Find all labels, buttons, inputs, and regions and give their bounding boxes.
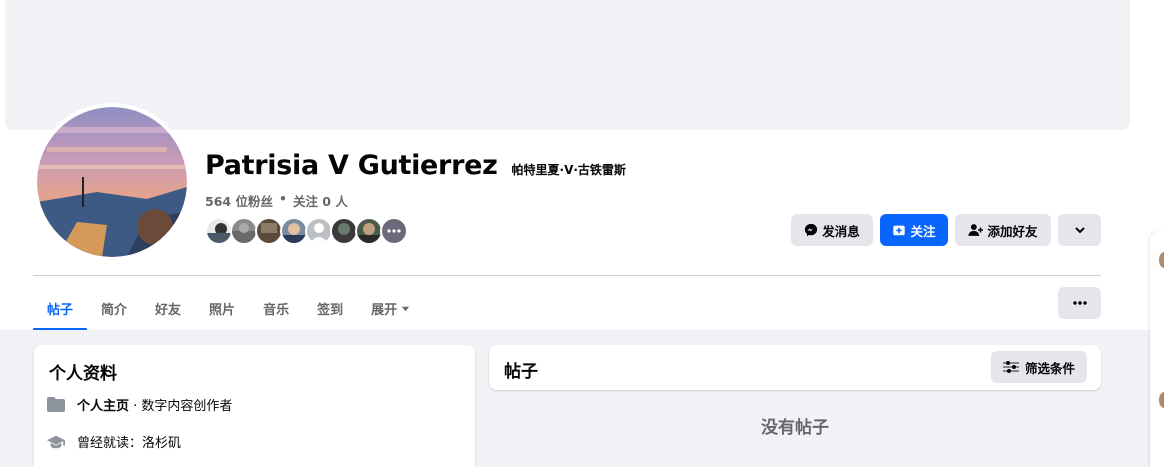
stats-separator: •	[278, 191, 287, 206]
filter-button-label: 筛选条件	[1024, 360, 1075, 376]
friend-avatar[interactable]	[330, 217, 358, 245]
tab-label: 展开	[371, 302, 398, 318]
cover-photo[interactable]	[5, 0, 1130, 130]
friend-avatar[interactable]	[230, 217, 258, 245]
friend-avatar[interactable]	[355, 217, 383, 245]
followers-count[interactable]: 564 位粉丝	[205, 191, 273, 210]
messenger-icon	[805, 223, 818, 237]
follow-plus-icon	[893, 225, 906, 236]
following-count[interactable]: 关注 0 人	[293, 191, 348, 210]
friend-avatar-default[interactable]	[305, 217, 333, 245]
tab-label: 签到	[317, 302, 344, 318]
tab-label: 好友	[155, 302, 182, 318]
folder-icon	[47, 397, 65, 412]
chevron-down-icon	[1074, 227, 1085, 234]
intro-page-label[interactable]: 个人主页	[77, 399, 129, 414]
intro-page-category: · 数字内容创作者	[129, 399, 233, 414]
tab-label: 简介	[101, 302, 128, 318]
filter-button[interactable]: 筛选条件	[991, 351, 1087, 383]
ellipsis-icon	[1072, 301, 1087, 305]
profile-avatar[interactable]	[33, 103, 191, 261]
intro-title: 个人资料	[49, 364, 117, 384]
message-button[interactable]: 发消息	[791, 214, 873, 246]
tab-label: 帖子	[47, 302, 74, 318]
avatar-image	[37, 107, 187, 257]
contact-avatar[interactable]	[1159, 252, 1164, 268]
tab-checkins[interactable]: 签到	[303, 286, 357, 330]
profile-more-button[interactable]	[1058, 214, 1101, 246]
contact-avatar[interactable]	[1159, 392, 1164, 408]
sliders-icon	[1002, 361, 1019, 373]
friend-avatar[interactable]	[205, 217, 233, 245]
graduation-cap-icon	[47, 435, 65, 448]
tab-music[interactable]: 音乐	[249, 286, 303, 330]
side-panel-edge[interactable]	[1150, 232, 1164, 467]
message-button-label: 发消息	[822, 223, 860, 239]
friend-avatar[interactable]	[255, 217, 283, 245]
tab-label: 音乐	[263, 302, 290, 318]
mutual-friends-avatars[interactable]	[205, 217, 408, 245]
posts-card: 帖子 筛选条件	[489, 345, 1101, 390]
no-posts-message: 没有帖子	[761, 418, 829, 438]
tabs-overflow-button[interactable]	[1058, 287, 1101, 319]
add-friend-button[interactable]: 添加好友	[955, 214, 1051, 246]
profile-tabs: 帖子 简介 好友 照片 音乐 签到 展开	[33, 286, 424, 331]
tab-label: 照片	[209, 302, 236, 318]
intro-page-row: 个人主页 · 数字内容创作者	[47, 395, 232, 414]
follow-button[interactable]: 关注	[880, 214, 948, 246]
tab-friends[interactable]: 好友	[141, 286, 195, 330]
tab-about[interactable]: 简介	[87, 286, 141, 330]
posts-title: 帖子	[504, 362, 538, 382]
tab-more[interactable]: 展开	[357, 286, 424, 330]
intro-education-row: 曾经就读：洛杉矶	[47, 432, 181, 451]
tab-photos[interactable]: 照片	[195, 286, 249, 330]
friend-avatar-more[interactable]	[380, 217, 408, 245]
intro-education: 曾经就读：洛杉矶	[77, 436, 182, 451]
header-divider	[33, 275, 1101, 276]
follow-button-label: 关注	[910, 223, 936, 239]
add-friend-button-label: 添加好友	[987, 223, 1038, 239]
profile-alt-name: 帕特里夏·V·古铁雷斯	[511, 163, 626, 177]
tab-posts[interactable]: 帖子	[33, 286, 88, 331]
add-friend-icon	[968, 224, 984, 236]
friend-avatar[interactable]	[280, 217, 308, 245]
caret-down-icon	[402, 306, 410, 311]
profile-name: Patrisia V Gutierrez	[205, 150, 498, 181]
intro-card: 个人资料 个人主页 · 数字内容创作者 曾经就读：洛杉矶	[34, 345, 475, 467]
